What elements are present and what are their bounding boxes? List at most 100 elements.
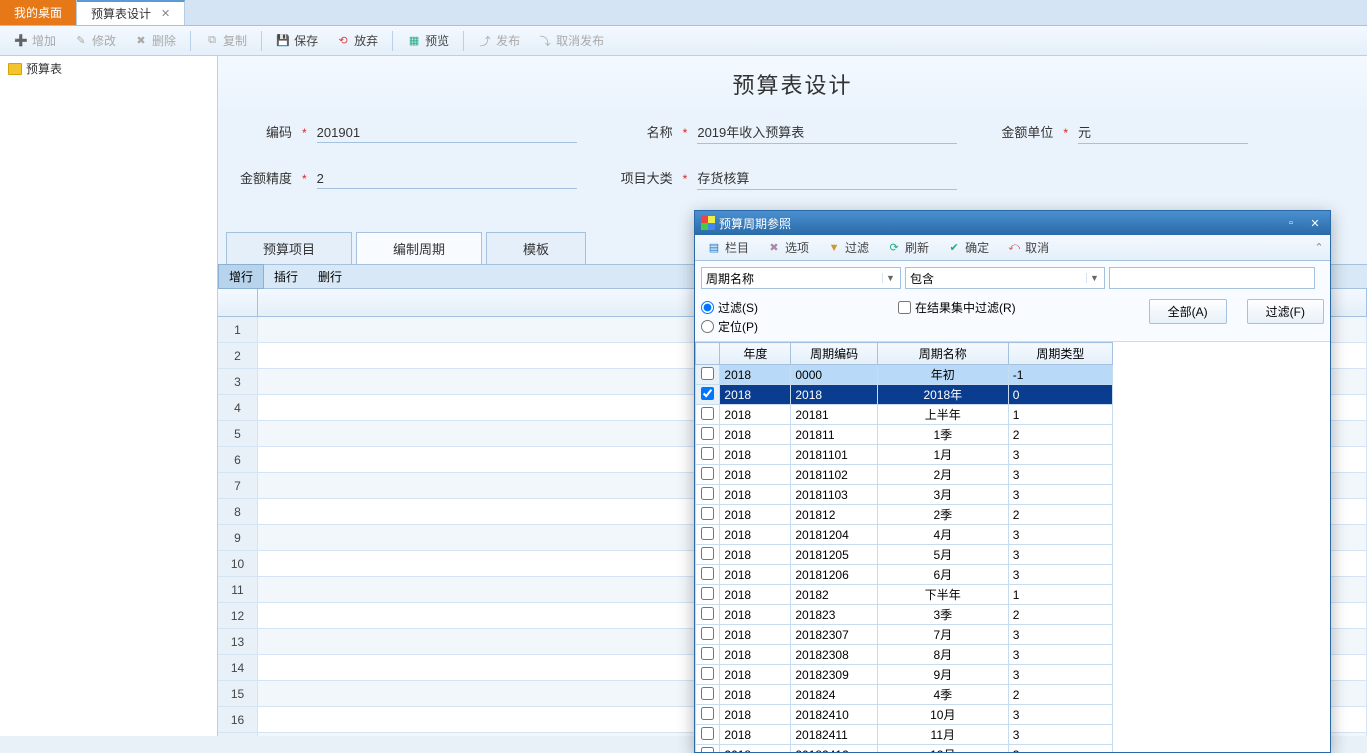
- row-checkbox-cell[interactable]: [696, 665, 720, 685]
- row-checkbox[interactable]: [701, 527, 714, 540]
- row-checkbox-cell[interactable]: [696, 705, 720, 725]
- row-checkbox-cell[interactable]: [696, 465, 720, 485]
- table-row[interactable]: 20182018233季2: [696, 605, 1113, 625]
- row-checkbox-cell[interactable]: [696, 725, 720, 745]
- radio-input[interactable]: [701, 301, 714, 314]
- row-checkbox-cell[interactable]: [696, 525, 720, 545]
- tree-root-budget[interactable]: 预算表: [0, 56, 217, 81]
- filter-field-input[interactable]: [702, 269, 882, 287]
- table-row[interactable]: 2018201811011月3: [696, 445, 1113, 465]
- row-checkbox-cell[interactable]: [696, 585, 720, 605]
- table-row[interactable]: 2018201811022月3: [696, 465, 1113, 485]
- row-checkbox[interactable]: [701, 387, 714, 400]
- columns-button[interactable]: ▤栏目: [699, 236, 757, 259]
- table-row[interactable]: 2018201823088月3: [696, 645, 1113, 665]
- do-filter-button[interactable]: 过滤(F): [1247, 299, 1324, 324]
- row-checkbox[interactable]: [701, 367, 714, 380]
- code-input[interactable]: 201901: [317, 125, 577, 143]
- grid-header-type[interactable]: 周期类型: [1008, 343, 1112, 365]
- dialog-titlebar[interactable]: 预算周期参照 ▫ ✕: [695, 211, 1330, 235]
- grid-header-code[interactable]: 周期编码: [791, 343, 878, 365]
- cancel-button[interactable]: ⤺取消: [999, 236, 1057, 259]
- table-row[interactable]: 2018201823099月3: [696, 665, 1113, 685]
- table-row[interactable]: 20182018241010月3: [696, 705, 1113, 725]
- row-checkbox-cell[interactable]: [696, 485, 720, 505]
- row-checkbox[interactable]: [701, 447, 714, 460]
- checkbox-input[interactable]: [898, 301, 911, 314]
- filter-value-input[interactable]: [1109, 267, 1315, 289]
- row-checkbox-cell[interactable]: [696, 545, 720, 565]
- table-row[interactable]: 20182018241212月3: [696, 745, 1113, 753]
- table-row[interactable]: 20182018122季2: [696, 505, 1113, 525]
- tab-template[interactable]: 模板: [486, 232, 586, 264]
- unit-input[interactable]: 元: [1078, 122, 1248, 144]
- tab-budget-design[interactable]: 预算表设计 ✕: [77, 0, 185, 25]
- table-row[interactable]: 20182018244季2: [696, 685, 1113, 705]
- row-checkbox[interactable]: [701, 627, 714, 640]
- table-row[interactable]: 2018201812055月3: [696, 545, 1113, 565]
- checkbox-in-result[interactable]: 在结果集中过滤(R): [898, 299, 1016, 316]
- row-checkbox-cell[interactable]: [696, 425, 720, 445]
- row-checkbox-cell[interactable]: [696, 565, 720, 585]
- copy-button[interactable]: ⧉复制: [197, 29, 255, 52]
- table-row[interactable]: 20182018111季2: [696, 425, 1113, 445]
- row-checkbox-cell[interactable]: [696, 445, 720, 465]
- row-checkbox[interactable]: [701, 407, 714, 420]
- delete-button[interactable]: ✖删除: [126, 29, 184, 52]
- edit-button[interactable]: ✎修改: [66, 29, 124, 52]
- tab-desktop[interactable]: 我的桌面: [0, 0, 77, 25]
- row-checkbox-cell[interactable]: [696, 645, 720, 665]
- row-checkbox-cell[interactable]: [696, 625, 720, 645]
- table-row[interactable]: 2018201823077月3: [696, 625, 1113, 645]
- filter-op-combo[interactable]: ▼: [905, 267, 1105, 289]
- tab-period[interactable]: 编制周期: [356, 232, 482, 264]
- chevron-down-icon[interactable]: ▼: [1086, 273, 1102, 283]
- row-checkbox[interactable]: [701, 747, 714, 753]
- row-checkbox[interactable]: [701, 587, 714, 600]
- chevron-down-icon[interactable]: ▼: [882, 273, 898, 283]
- filter-field-combo[interactable]: ▼: [701, 267, 901, 289]
- precision-input[interactable]: 2: [317, 171, 577, 189]
- collapse-icon[interactable]: ⌃: [1312, 241, 1326, 255]
- table-row[interactable]: 20180000年初-1: [696, 365, 1113, 385]
- grid-header-name[interactable]: 周期名称: [877, 343, 1008, 365]
- row-checkbox-cell[interactable]: [696, 745, 720, 753]
- publish-button[interactable]: ⤴发布: [470, 29, 528, 52]
- row-checkbox[interactable]: [701, 547, 714, 560]
- row-checkbox-cell[interactable]: [696, 685, 720, 705]
- table-row[interactable]: 2018201811033月3: [696, 485, 1113, 505]
- row-checkbox[interactable]: [701, 687, 714, 700]
- close-icon[interactable]: ✕: [1306, 215, 1324, 231]
- name-input[interactable]: 2019年收入预算表: [697, 122, 957, 144]
- preview-button[interactable]: ▦预览: [399, 29, 457, 52]
- tab-budget-item[interactable]: 预算项目: [226, 232, 352, 264]
- category-input[interactable]: 存货核算: [697, 168, 957, 190]
- table-row[interactable]: 2018201812066月3: [696, 565, 1113, 585]
- insert-row-button[interactable]: 插行: [264, 265, 308, 288]
- row-checkbox[interactable]: [701, 467, 714, 480]
- add-row-button[interactable]: 增行: [218, 264, 264, 289]
- table-row[interactable]: 2018201812044月3: [696, 525, 1113, 545]
- close-icon[interactable]: ✕: [161, 7, 170, 20]
- table-row[interactable]: 20182018241111月3: [696, 725, 1113, 745]
- row-checkbox-cell[interactable]: [696, 505, 720, 525]
- table-row[interactable]: 201820182018年0: [696, 385, 1113, 405]
- row-checkbox-cell[interactable]: [696, 605, 720, 625]
- radio-input[interactable]: [701, 320, 714, 333]
- grid-header-year[interactable]: 年度: [720, 343, 791, 365]
- row-checkbox[interactable]: [701, 507, 714, 520]
- filter-button[interactable]: ▼过滤: [819, 236, 877, 259]
- table-row[interactable]: 201820182下半年1: [696, 585, 1113, 605]
- row-checkbox[interactable]: [701, 707, 714, 720]
- row-checkbox-cell[interactable]: [696, 365, 720, 385]
- delete-row-button[interactable]: 删行: [308, 265, 352, 288]
- row-checkbox-cell[interactable]: [696, 385, 720, 405]
- row-checkbox[interactable]: [701, 607, 714, 620]
- all-button[interactable]: 全部(A): [1149, 299, 1227, 324]
- radio-filter[interactable]: 过滤(S): [701, 299, 758, 316]
- ok-button[interactable]: ✔确定: [939, 236, 997, 259]
- row-checkbox[interactable]: [701, 667, 714, 680]
- row-checkbox[interactable]: [701, 567, 714, 580]
- row-checkbox-cell[interactable]: [696, 405, 720, 425]
- add-button[interactable]: ➕增加: [6, 29, 64, 52]
